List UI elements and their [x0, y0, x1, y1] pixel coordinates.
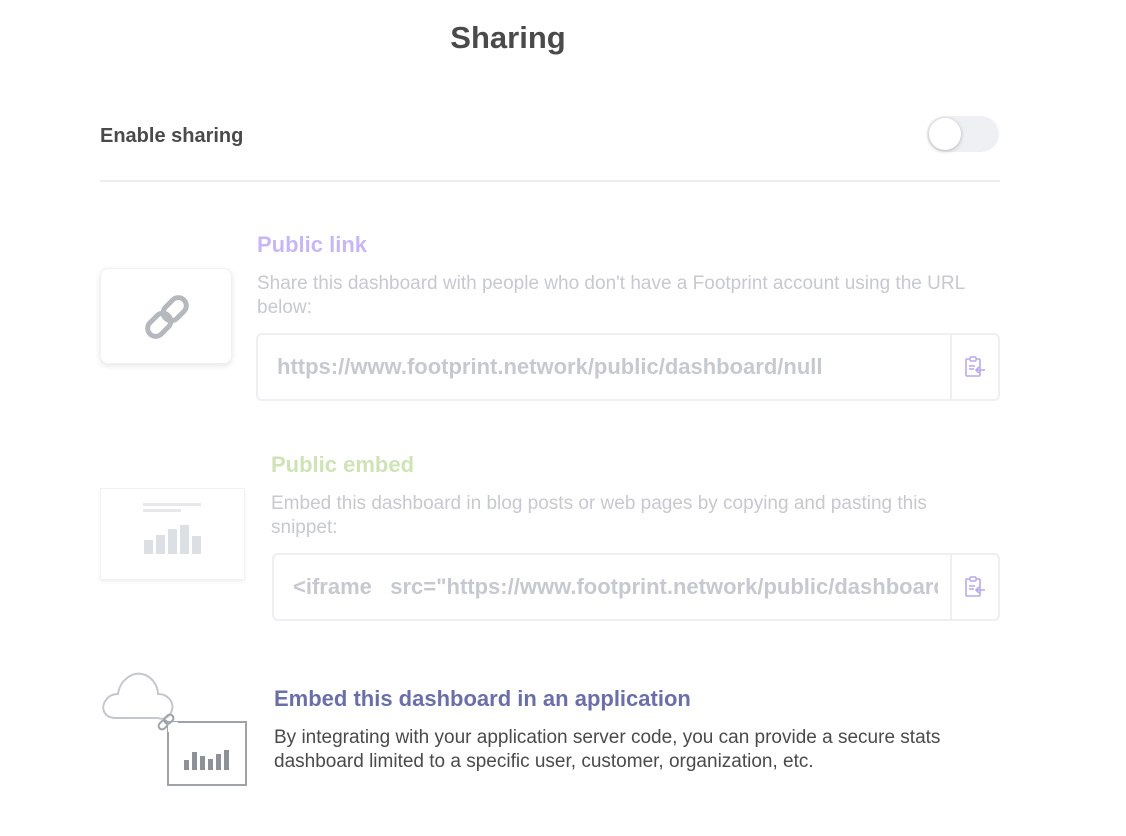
- public-link-description: Share this dashboard with people who don…: [257, 273, 965, 318]
- app-embed-illustration: [100, 668, 250, 792]
- public-link-title: Public link: [257, 232, 368, 257]
- embed-preview-icon: [143, 503, 201, 554]
- clipboard-icon: [965, 356, 985, 377]
- public-link-url-box: https://www.footprint.network/public/das…: [256, 333, 1000, 401]
- enable-sharing-label: Enable sharing: [100, 125, 244, 147]
- public-embed-title: Public embed: [271, 452, 415, 477]
- public-embed-snippet-box: <iframe src="https://www.footprint.netwo…: [272, 553, 1000, 621]
- link-icon: [145, 295, 189, 339]
- public-embed-card: [100, 488, 245, 580]
- app-embed-title[interactable]: Embed this dashboard in an application: [274, 686, 691, 712]
- app-embed-description: By integrating with your application ser…: [274, 727, 941, 772]
- cloud-chart-icon: [102, 672, 247, 786]
- enable-sharing-row: Enable sharing: [100, 108, 1000, 164]
- toggle-knob: [929, 118, 961, 150]
- public-link-url[interactable]: https://www.footprint.network/public/das…: [277, 354, 938, 380]
- clipboard-icon: [965, 576, 985, 597]
- public-link-card: [100, 268, 232, 364]
- public-embed-snippet[interactable]: <iframe src="https://www.footprint.netwo…: [293, 574, 938, 600]
- page-title: Sharing: [450, 20, 566, 55]
- divider: [100, 180, 1000, 182]
- copy-link-button[interactable]: [950, 335, 998, 399]
- enable-sharing-toggle[interactable]: [927, 116, 999, 152]
- public-embed-description: Embed this dashboard in blog posts or we…: [271, 493, 927, 538]
- copy-embed-button[interactable]: [950, 555, 998, 619]
